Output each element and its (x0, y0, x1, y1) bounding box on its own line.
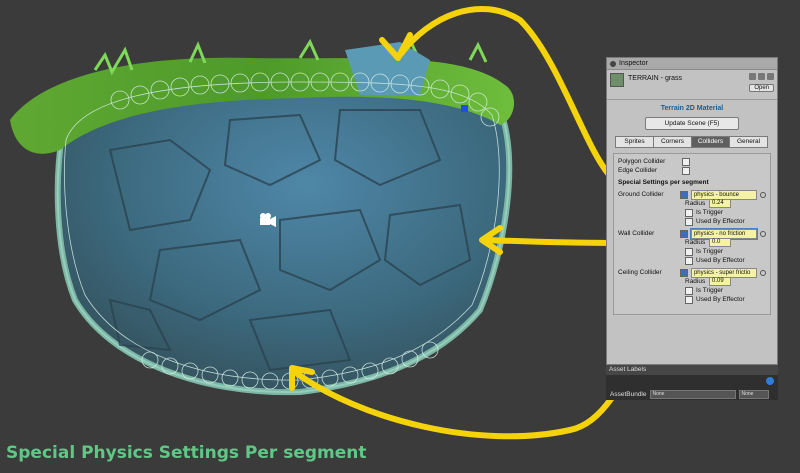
ground-radius-input[interactable]: 0.24 (709, 199, 731, 208)
assetbundle-variant-select[interactable]: None (738, 390, 769, 399)
gear-icon[interactable] (767, 73, 774, 80)
ground-trigger-label: Is Trigger (696, 209, 724, 216)
caption-text: Special Physics Settings Per segment (6, 443, 367, 463)
wall-collider-checkbox[interactable] (680, 229, 688, 238)
tag-icon[interactable] (766, 377, 774, 385)
edge-collider-row: Edge Collider (618, 166, 766, 175)
assetbundle-label: AssetBundle (610, 391, 647, 398)
ceiling-trigger-checkbox[interactable] (685, 286, 693, 295)
polygon-collider-label: Polygon Collider (618, 158, 666, 165)
ground-effector-label: Used By Effector (696, 218, 745, 225)
header-icons (749, 73, 774, 80)
ground-radius-label: Radius (685, 200, 706, 207)
asset-labels-panel: Asset Labels AssetBundle None None (606, 365, 778, 400)
tab-colliders[interactable]: Colliders (691, 136, 730, 148)
ceiling-object-picker-icon[interactable] (760, 269, 766, 276)
inspector-panel: Inspector TERRAIN - grass Open Terrain 2… (606, 57, 778, 365)
inspector-tab[interactable]: Inspector (607, 58, 777, 70)
material-icon (610, 73, 624, 87)
ceiling-effector-checkbox[interactable] (685, 295, 693, 304)
ceiling-material-field[interactable]: physics - super frictio (690, 267, 758, 278)
ground-material-field[interactable]: physics - bounce (690, 189, 758, 200)
assetbundle-row: AssetBundle None None (610, 390, 769, 399)
ceiling-collider-checkbox[interactable] (680, 268, 688, 277)
wall-object-picker-icon[interactable] (760, 230, 766, 237)
selection-handle[interactable] (461, 105, 468, 112)
ceiling-effector-label: Used By Effector (696, 296, 745, 303)
edge-collider-checkbox[interactable] (682, 166, 690, 175)
wall-effector-label: Used By Effector (696, 257, 745, 264)
polygon-collider-checkbox[interactable] (682, 157, 690, 166)
special-settings-title: Special Settings per segment (618, 179, 709, 186)
edge-collider-label: Edge Collider (618, 167, 658, 174)
ground-trigger-checkbox[interactable] (685, 208, 693, 217)
update-scene-button[interactable]: Update Scene (F5) (645, 117, 739, 130)
ceiling-collider-group: Ceiling Collider physics - super frictio… (618, 267, 766, 304)
ceiling-trigger-label: Is Trigger (696, 287, 724, 294)
wall-collider-label: Wall Collider (618, 230, 655, 237)
ceiling-collider-label: Ceiling Collider (618, 269, 662, 276)
tab-general[interactable]: General (729, 136, 768, 148)
help-icon[interactable] (749, 73, 756, 80)
object-name: TERRAIN - grass (628, 75, 683, 82)
ceiling-radius-input[interactable]: 0.09 (709, 277, 731, 286)
open-button[interactable]: Open (749, 84, 774, 92)
tab-corners[interactable]: Corners (653, 136, 692, 148)
ground-effector-checkbox[interactable] (685, 217, 693, 226)
wall-trigger-label: Is Trigger (696, 248, 724, 255)
tab-bar: Sprites Corners Colliders General (615, 136, 768, 148)
asset-labels-title[interactable]: Asset Labels (606, 365, 778, 375)
ground-collider-label: Ground Collider (618, 191, 664, 198)
info-icon (610, 60, 616, 67)
ceiling-radius-label: Radius (685, 278, 706, 285)
wall-radius-label: Radius (685, 239, 706, 246)
assetbundle-select[interactable]: None (649, 390, 736, 399)
polygon-collider-row: Polygon Collider (618, 157, 766, 166)
wall-collider-group: Wall Collider physics - no friction Radi… (618, 227, 766, 265)
ground-collider-checkbox[interactable] (680, 190, 688, 199)
wall-trigger-checkbox[interactable] (685, 247, 693, 256)
wall-radius-input[interactable]: 0.0 (709, 238, 731, 247)
ground-object-picker-icon[interactable] (760, 191, 766, 198)
wall-material-field[interactable]: physics - no friction (689, 227, 759, 240)
object-header: TERRAIN - grass Open (607, 70, 777, 100)
inspector-tab-label: Inspector (619, 60, 648, 67)
wall-effector-checkbox[interactable] (685, 256, 693, 265)
tab-sprites[interactable]: Sprites (615, 136, 654, 148)
ground-collider-group: Ground Collider physics - bounce Radius … (618, 189, 766, 226)
section-title: Terrain 2D Material (660, 105, 724, 112)
colliders-content: Polygon Collider Edge Collider Special S… (613, 153, 771, 315)
preset-icon[interactable] (758, 73, 765, 80)
